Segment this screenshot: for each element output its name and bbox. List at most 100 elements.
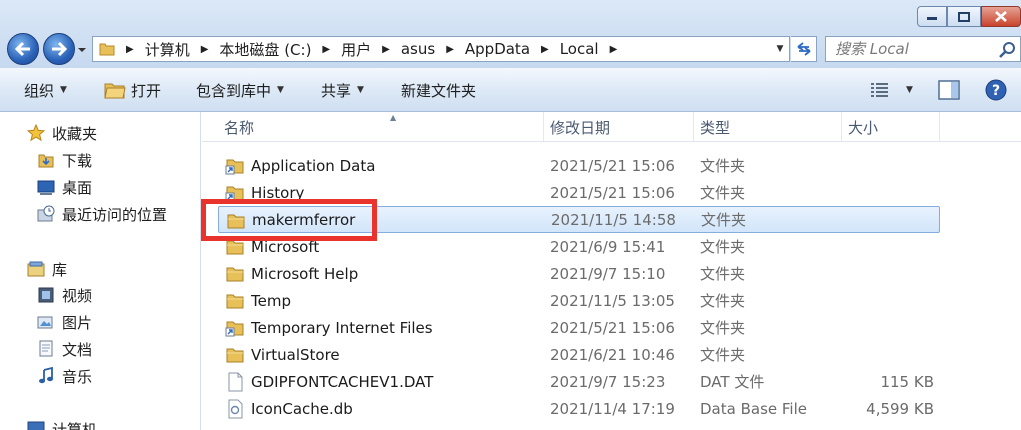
details-view-icon (870, 82, 890, 98)
svg-text:?: ? (992, 83, 1000, 99)
nav-item-desktop[interactable]: 桌面 (37, 176, 92, 198)
open-folder-icon (104, 80, 126, 100)
table-row[interactable]: Microsoft Help2021/9/7 15:10文件夹 (218, 260, 940, 287)
breadcrumb-users[interactable]: 用户 (335, 37, 377, 61)
maximize-button[interactable] (947, 6, 981, 27)
nav-label: 计算机 (52, 419, 97, 430)
change-view-button[interactable]: ▼ (870, 68, 913, 112)
downloads-folder-icon (37, 151, 55, 169)
folder-shortcut-icon (225, 318, 245, 338)
file-name: IconCache.db (251, 400, 353, 418)
preview-pane-button[interactable] (938, 68, 960, 112)
nav-item-music[interactable]: 音乐 (37, 365, 92, 387)
open-button[interactable]: 打开 (104, 68, 161, 112)
breadcrumb-label: 本地磁盘 (C:) (213, 39, 317, 60)
breadcrumb-label: Local (554, 40, 605, 58)
file-name: Microsoft (251, 238, 319, 256)
nav-item-documents[interactable]: 文档 (37, 338, 92, 360)
column-header-size[interactable]: 大小 (842, 112, 940, 142)
file-name: makermferror (252, 211, 355, 229)
nav-label: 文档 (62, 339, 92, 360)
address-bar[interactable]: ▶ 计算机 ▶ 本地磁盘 (C:) ▶ 用户 ▶ asus ▶ AppData … (92, 36, 790, 62)
nav-item-recent-places[interactable]: 最近访问的位置 (37, 203, 167, 225)
help-button[interactable]: ? (985, 68, 1007, 112)
chevron-right-icon[interactable]: ▶ (605, 44, 623, 55)
forward-button[interactable] (43, 33, 75, 65)
include-in-library-button[interactable]: 包含到库中 ▼ (196, 68, 284, 112)
breadcrumb-local[interactable]: Local (554, 37, 605, 61)
nav-item-downloads[interactable]: 下载 (37, 149, 92, 171)
window-controls (917, 6, 1021, 27)
desktop-icon (37, 178, 55, 196)
share-label: 共享 (321, 80, 351, 101)
chevron-right-icon[interactable]: ▶ (536, 44, 554, 55)
chevron-right-icon[interactable]: ▶ (121, 44, 139, 55)
search-box[interactable] (825, 36, 1021, 62)
column-header-type[interactable]: 类型 (694, 112, 842, 142)
new-folder-button[interactable]: 新建文件夹 (401, 68, 476, 112)
breadcrumb-appdata[interactable]: AppData (459, 37, 536, 61)
folder-icon (225, 291, 245, 311)
share-button[interactable]: 共享 ▼ (321, 68, 364, 112)
search-icon[interactable] (999, 41, 1016, 58)
table-row[interactable]: Microsoft2021/6/9 15:41文件夹 (218, 233, 940, 260)
organize-button[interactable]: 组织 ▼ (24, 68, 67, 112)
address-dropdown-icon[interactable]: ▼ (771, 37, 789, 61)
column-headers: 名称 ▲ 修改日期 类型 大小 (202, 112, 1021, 142)
file-type: 文件夹 (700, 317, 745, 338)
back-button[interactable] (7, 33, 39, 65)
open-label: 打开 (131, 80, 161, 101)
column-header-name[interactable]: 名称 ▲ (218, 112, 544, 142)
chevron-right-icon[interactable]: ▶ (377, 44, 395, 55)
chevron-down-icon: ▼ (277, 85, 284, 95)
nav-item-pictures[interactable]: 图片 (37, 311, 92, 333)
music-icon (37, 367, 55, 385)
sort-ascending-icon: ▲ (390, 113, 396, 122)
chevron-right-icon[interactable]: ▶ (441, 44, 459, 55)
nav-item-videos[interactable]: 视频 (37, 284, 92, 306)
breadcrumb-computer[interactable]: 计算机 (139, 37, 196, 61)
file-type: Data Base File (700, 400, 807, 418)
search-input[interactable] (835, 40, 995, 58)
nav-label: 库 (52, 259, 67, 280)
column-header-date[interactable]: 修改日期 (544, 112, 694, 142)
nav-item-libraries[interactable]: 库 (27, 258, 67, 280)
table-row[interactable]: Temp2021/11/5 13:05文件夹 (218, 287, 940, 314)
close-button[interactable] (981, 6, 1021, 27)
chevron-right-icon[interactable]: ▶ (196, 44, 214, 55)
arrow-right-icon (50, 41, 68, 57)
refresh-icon (795, 42, 813, 56)
table-row[interactable]: Application Data2021/5/21 15:06文件夹 (218, 152, 940, 179)
column-label: 修改日期 (550, 117, 610, 138)
file-size: 4,599 KB (866, 400, 934, 418)
table-row[interactable]: VirtualStore2021/6/21 10:46文件夹 (218, 341, 940, 368)
include-in-library-label: 包含到库中 (196, 80, 271, 101)
table-row[interactable]: IconCache.db2021/11/4 17:19Data Base Fil… (218, 395, 940, 422)
chevron-down-icon: ▼ (60, 85, 67, 95)
folder-shortcut-icon (225, 183, 245, 203)
chevron-right-icon[interactable]: ▶ (317, 44, 335, 55)
file-name: Application Data (251, 157, 375, 175)
chevron-down-icon: ▼ (357, 85, 364, 95)
table-row[interactable]: History2021/5/21 15:06文件夹 (218, 179, 940, 206)
nav-label: 图片 (62, 312, 92, 333)
refresh-button[interactable] (791, 36, 817, 62)
breadcrumb-local-disk[interactable]: 本地磁盘 (C:) (213, 37, 317, 61)
nav-item-favorites[interactable]: 收藏夹 (27, 122, 97, 144)
file-date: 2021/11/5 14:58 (551, 211, 676, 229)
chevron-down-icon[interactable]: ▼ (906, 85, 913, 95)
history-dropdown-icon[interactable] (77, 45, 87, 55)
file-size: 115 KB (880, 373, 934, 391)
table-row[interactable]: Temporary Internet Files2021/5/21 15:06文… (218, 314, 940, 341)
table-row[interactable]: GDIPFONTCACHEV1.DAT2021/9/7 15:23DAT 文件1… (218, 368, 940, 395)
column-label: 类型 (700, 117, 730, 138)
minimize-button[interactable] (917, 6, 947, 27)
nav-item-computer[interactable]: 计算机 (27, 418, 97, 430)
breadcrumb-label: AppData (459, 40, 536, 58)
organize-label: 组织 (24, 80, 54, 101)
column-label: 大小 (848, 117, 878, 138)
breadcrumb-asus[interactable]: asus (395, 37, 441, 61)
column-label: 名称 (224, 117, 254, 138)
table-row-selected[interactable]: makermferror2021/11/5 14:58文件夹 (218, 206, 940, 233)
nav-label: 最近访问的位置 (62, 204, 167, 225)
